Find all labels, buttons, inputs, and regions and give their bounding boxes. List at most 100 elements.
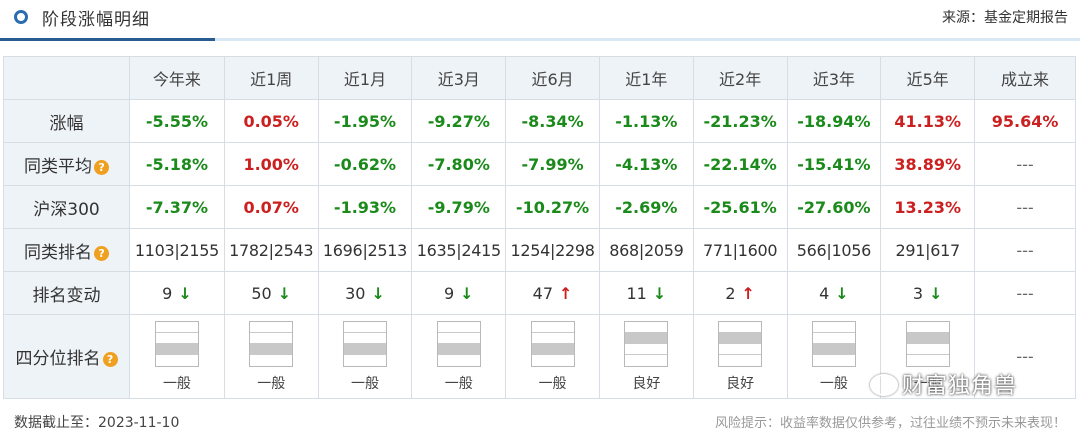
quartile-segment [906, 332, 949, 344]
quartile-label: 良好 [632, 375, 661, 392]
value-cell: -15.41% [786, 142, 882, 186]
rank-change-cell: 9 ↓ [411, 271, 507, 315]
quartile-label: 一般 [819, 375, 848, 392]
quartile-segment [906, 354, 949, 366]
rank-cell: 291|617 [880, 228, 976, 272]
value-cell: 38.89% [880, 142, 976, 186]
rank-change-cell: --- [974, 271, 1076, 315]
quartile-segment [531, 321, 574, 333]
quartile-segment [155, 354, 198, 366]
value-cell: -1.93% [317, 185, 413, 229]
rank-cell: 1635|2415 [411, 228, 507, 272]
quartile-label: --- [1016, 347, 1034, 366]
quartile-segment [625, 343, 668, 355]
table-header-row: 今年来 近1周 近1月 近3月 近6月 近1年 近2年 近3年 近5年 成立来 [2, 56, 1076, 100]
quartile-bar-icon [530, 320, 575, 367]
quartile-segment [531, 354, 574, 366]
rank-change-number: 4 [819, 283, 830, 303]
quartile-label: 良好 [726, 375, 755, 392]
quartile-bar-icon [624, 320, 669, 367]
quartile-segment [812, 354, 855, 366]
quartile-segment [719, 343, 762, 355]
rank-cell: 1103|2155 [129, 228, 225, 272]
quartile-label: 一般 [444, 375, 473, 392]
rank-cell: 1782|2543 [223, 228, 319, 272]
value-cell: --- [974, 142, 1076, 186]
quartile-bar-icon [905, 320, 950, 367]
rank-change-cell: 50 ↓ [223, 271, 319, 315]
performance-table: 今年来 近1周 近1月 近3月 近6月 近1年 近2年 近3年 近5年 成立来 涨幅 -5.55% 0… [2, 56, 1076, 399]
quartile-cell: 良好 [692, 314, 788, 399]
quartile-segment [250, 343, 293, 355]
table-row: 同类平均? -5.18% 1.00% -0.62% -7.80% -7.99% -4.13%… [2, 142, 1076, 186]
rank-cell: 1254|2298 [505, 228, 600, 272]
risk-notice: 风险提示：收益率数据仅供参考，过往业绩不预示未来表现！ [714, 416, 1066, 431]
quartile-segment [437, 354, 480, 366]
value-cell: 0.07% [223, 185, 319, 229]
quartile-cell: 一般 [411, 314, 507, 399]
value-cell: 95.64% [974, 99, 1076, 143]
header-divider-accent [0, 38, 215, 41]
quartile-segment [344, 332, 386, 344]
quartile-segment [812, 321, 855, 333]
column-header: 近1年 [598, 56, 694, 100]
row-label-quartile: 四分位排名? [2, 314, 131, 399]
rank-change-number: 9 [443, 283, 455, 303]
rank-change-cell: 4 ↓ [786, 271, 882, 315]
section-header: 阶段涨幅明细 来源：基金定期报告 [0, 0, 1080, 42]
rank-change-cell: 9 ↓ [129, 271, 225, 315]
quartile-segment [155, 332, 198, 344]
value-cell: -27.60% [786, 185, 882, 229]
value-cell: -7.37% [129, 185, 225, 229]
quartile-segment [344, 343, 386, 355]
quartile-label: 一般 [257, 375, 286, 392]
quartile-segment [250, 354, 293, 366]
row-label-text: 同类平均 [24, 156, 93, 177]
rank-change-number: 9 [162, 283, 173, 303]
column-header: 近6月 [505, 56, 600, 100]
arrow-up-icon: ↑ [559, 283, 573, 303]
quartile-segment [250, 321, 293, 333]
quartile-cell: 一般 [786, 314, 882, 399]
question-icon[interactable]: ? [102, 352, 118, 367]
source-label: 来源：基金定期报告 [942, 10, 1068, 26]
quartile-segment [719, 332, 762, 344]
row-label-peer_avg: 同类平均? [2, 142, 131, 186]
rank-cell: 566|1056 [786, 228, 882, 272]
quartile-segment [719, 354, 762, 366]
quartile-segment [437, 343, 480, 355]
value-cell: 1.00% [223, 142, 319, 186]
circle-icon [14, 10, 28, 24]
quartile-cell: 一般 [129, 314, 225, 399]
quartile-segment [906, 321, 949, 333]
column-header: 近1周 [223, 56, 319, 100]
arrow-down-icon: ↓ [929, 283, 943, 303]
rank-change-cell: 11 ↓ [598, 271, 694, 315]
rank-change-cell: 47 ↑ [505, 271, 600, 315]
quartile-segment [531, 343, 574, 355]
value-cell: --- [974, 185, 1076, 229]
row-label-text: 同类排名 [24, 242, 93, 263]
value-cell: -22.14% [692, 142, 788, 186]
question-icon[interactable]: ? [94, 245, 110, 261]
row-label-change: 涨幅 [2, 99, 131, 143]
quartile-segment [812, 332, 855, 344]
quartile-cell: 一般 [505, 314, 600, 399]
column-header: 近3年 [786, 56, 882, 100]
quartile-bar-icon [154, 320, 199, 367]
column-header: 今年来 [129, 56, 225, 100]
corner-cell [2, 56, 131, 100]
table-row: 沪深300 -7.37% 0.07% -1.93% -9.79% -10.27% -2.69… [2, 185, 1076, 229]
quartile-segment [344, 354, 386, 366]
quartile-bar-icon [436, 320, 481, 367]
question-icon[interactable]: ? [94, 159, 110, 175]
rank-change-number: 11 [626, 283, 647, 303]
quartile-cell: 一般 [223, 314, 319, 399]
value-cell: 13.23% [880, 185, 976, 229]
arrow-down-icon: ↓ [460, 283, 474, 303]
quartile-segment [344, 321, 386, 333]
row-label-text: 四分位排名 [15, 349, 101, 369]
row-label-rank_change: 排名变动 [2, 271, 131, 315]
value-cell: -7.99% [505, 142, 600, 186]
quartile-cell: 良好 [598, 314, 694, 399]
